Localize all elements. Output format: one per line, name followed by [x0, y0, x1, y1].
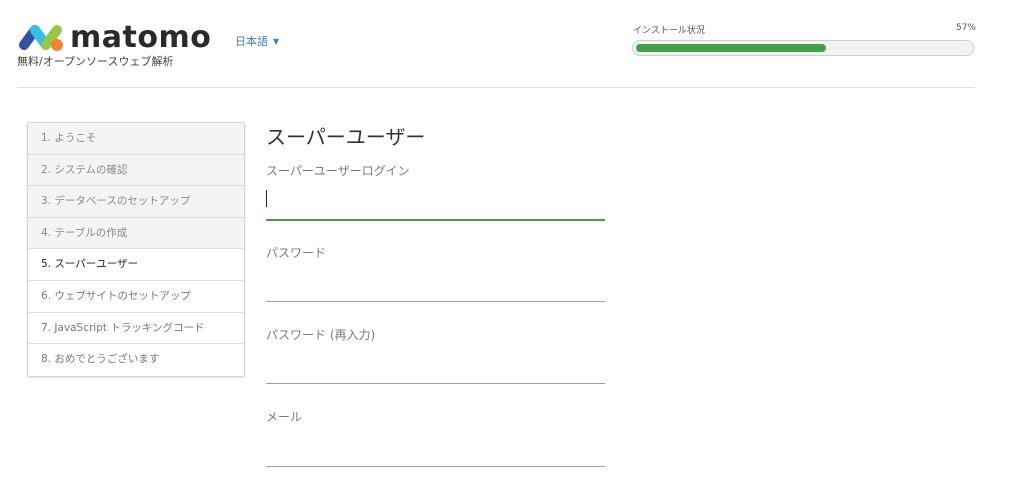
install-percent: 57%	[955, 23, 976, 33]
step-item: 4. テーブルの作成	[28, 217, 244, 250]
install-progress-bar	[632, 40, 974, 56]
header-divider	[17, 87, 975, 88]
language-selector[interactable]: 日本語 ▼	[235, 33, 279, 49]
language-label: 日本語	[235, 35, 268, 48]
install-progress-fill	[636, 44, 826, 52]
password-confirm-input[interactable]	[266, 358, 605, 384]
step-item: 3. データベースのセットアップ	[28, 186, 244, 218]
install-status-label: インストール状況	[633, 26, 705, 36]
text-cursor	[266, 190, 267, 207]
password-input[interactable]	[266, 276, 605, 302]
superuser-login-input[interactable]	[266, 195, 605, 221]
caret-down-icon: ▼	[273, 37, 280, 46]
superuser-login-label: スーパーユーザーログイン	[266, 164, 410, 178]
step-item: 1. ようこそ	[28, 123, 244, 155]
step-item: 8. おめでとうございます	[28, 344, 244, 376]
page-title: スーパーユーザー	[266, 125, 426, 149]
password-confirm-label: パスワード (再入力)	[266, 328, 376, 342]
matomo-logo-icon	[19, 25, 63, 51]
password-label: パスワード	[266, 246, 327, 260]
step-item: 2. システムの確認	[28, 154, 244, 187]
email-label: メール	[266, 410, 303, 424]
step-item: 5. スーパーユーザー	[28, 249, 244, 281]
step-item: 6. ウェブサイトのセットアップ	[28, 280, 244, 313]
email-input[interactable]	[266, 441, 605, 467]
installation-steps: 1. ようこそ 2. システムの確認 3. データベースのセットアップ 4. テーブル…	[27, 122, 245, 377]
tagline: 無料/オープンソースウェブ解析	[17, 55, 174, 68]
step-item: 7. JavaScript トラッキングコード	[28, 312, 244, 345]
logo-text: matomo	[70, 20, 212, 55]
matomo-logo: matomo	[16, 22, 211, 54]
